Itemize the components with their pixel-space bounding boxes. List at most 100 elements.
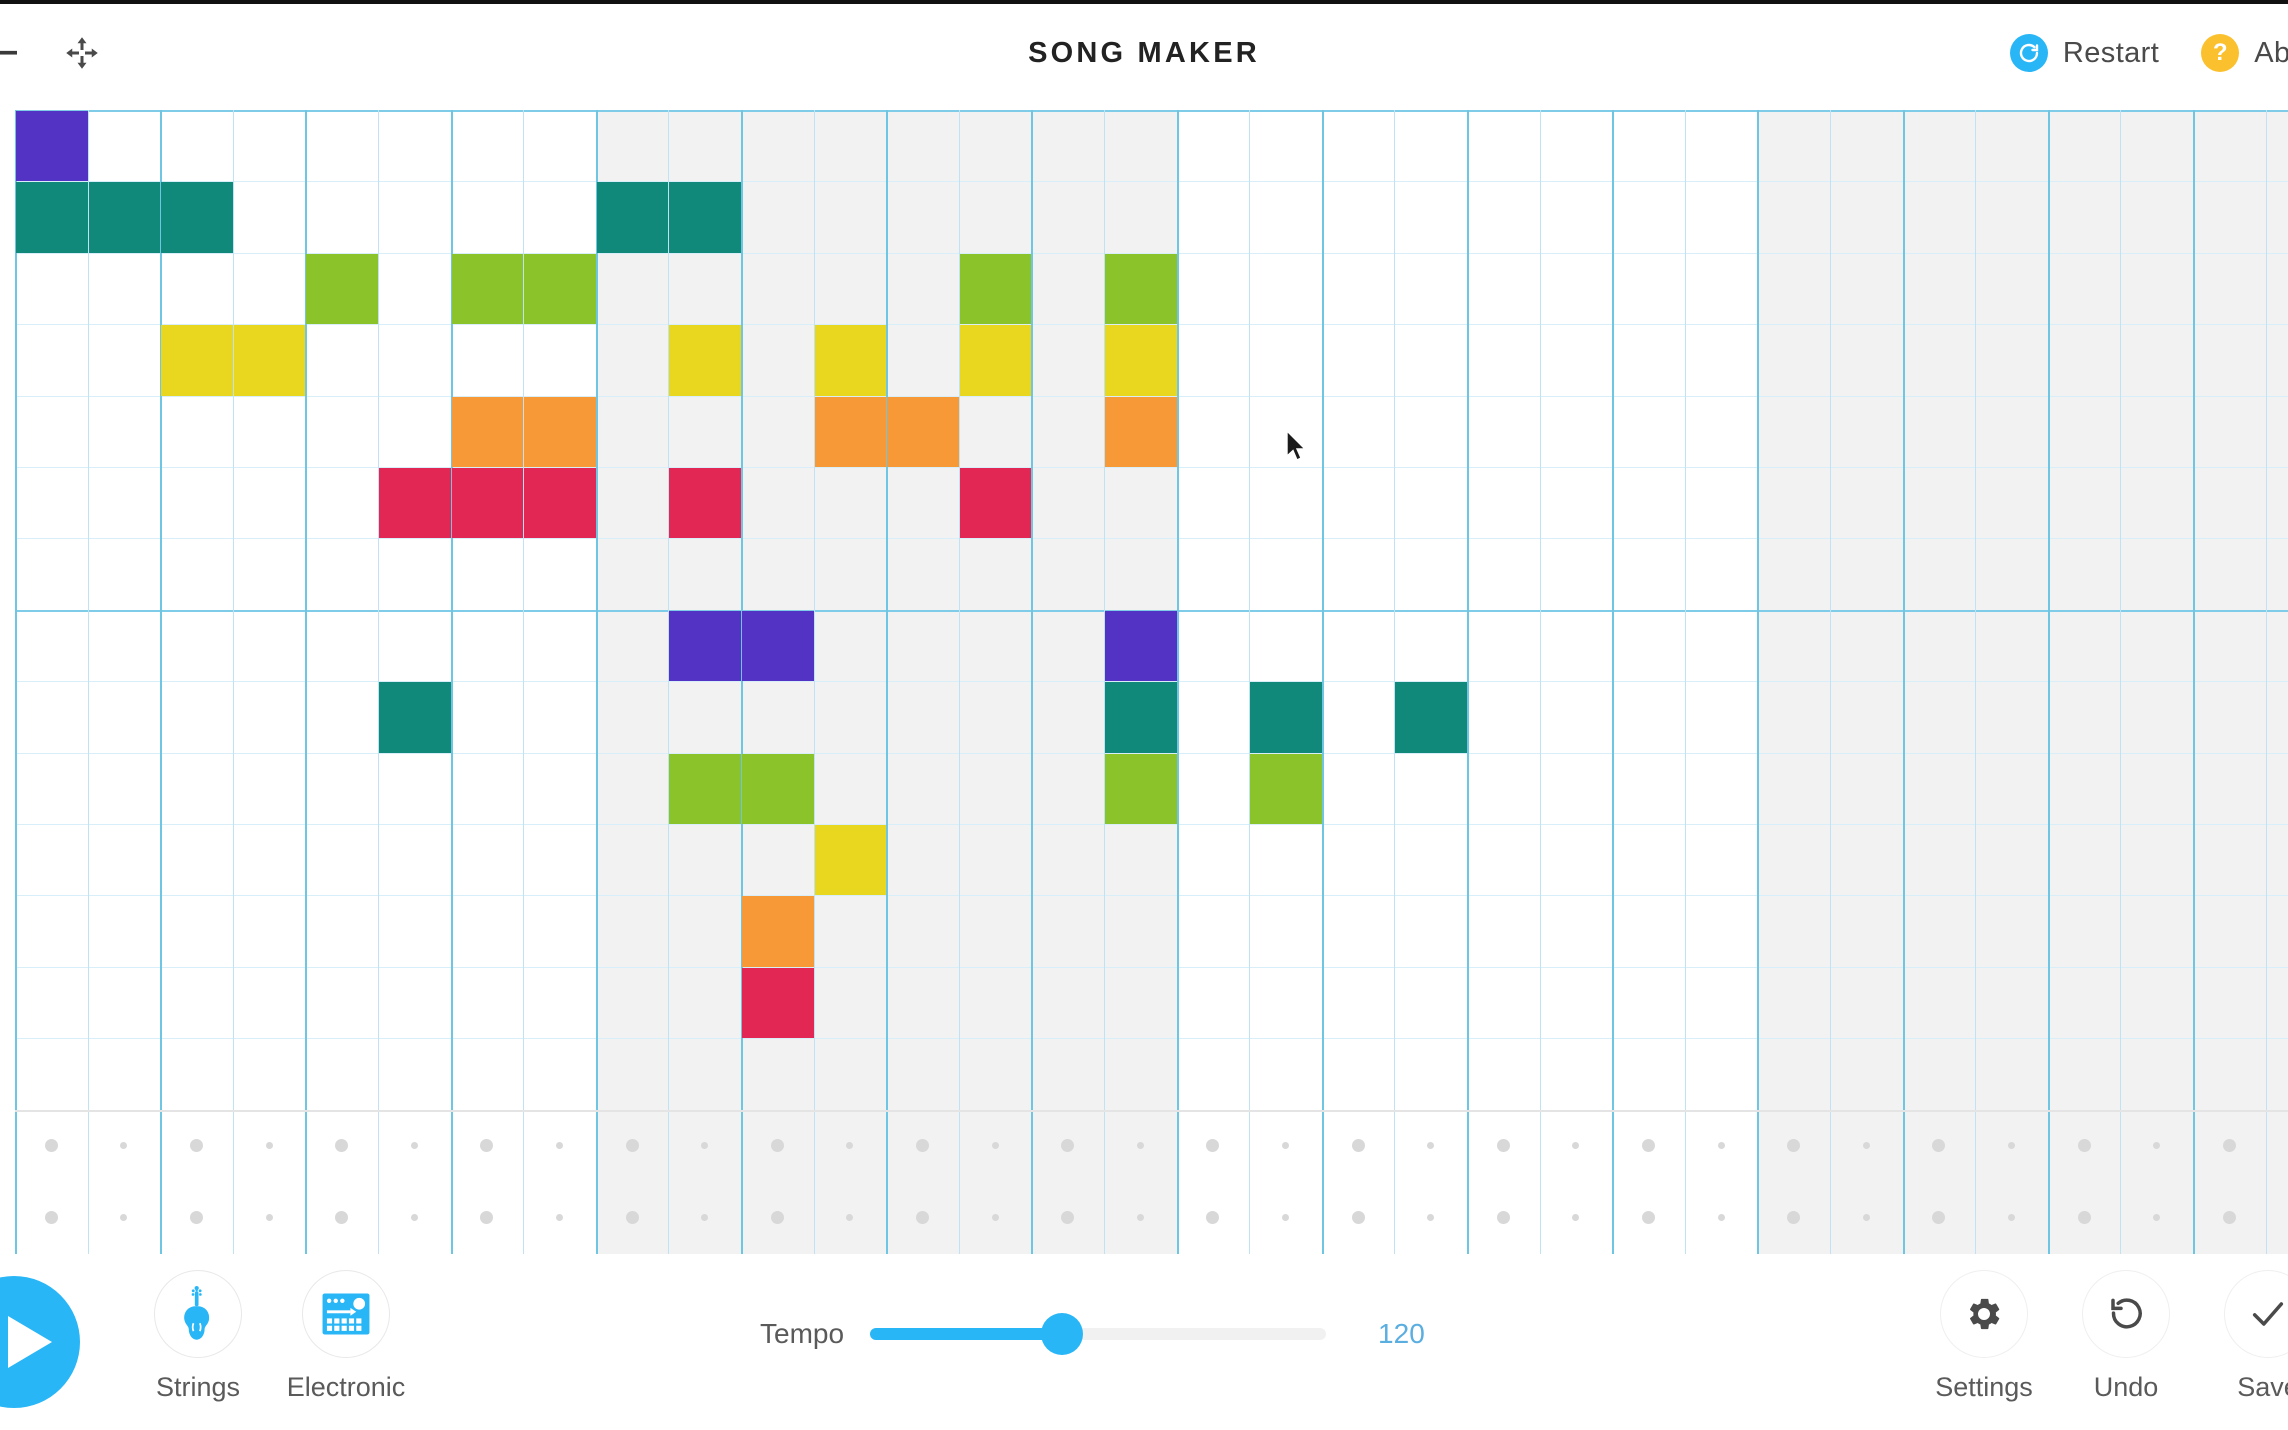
percussion-offbeat-dot[interactable]: [1717, 1142, 1725, 1150]
instrument-strings[interactable]: Strings: [148, 1270, 248, 1403]
percussion-beat-dot[interactable]: [1206, 1211, 1220, 1225]
note-cell[interactable]: [524, 396, 596, 467]
note-cell[interactable]: [1105, 753, 1177, 824]
percussion-offbeat-dot[interactable]: [1136, 1214, 1144, 1222]
percussion-offbeat-dot[interactable]: [1136, 1142, 1144, 1150]
note-cell[interactable]: [669, 182, 741, 253]
note-cell[interactable]: [1105, 396, 1177, 467]
note-cell[interactable]: [742, 610, 814, 682]
percussion-beat-dot[interactable]: [1642, 1139, 1655, 1153]
percussion-beat-dot[interactable]: [480, 1211, 494, 1225]
note-cell[interactable]: [379, 682, 451, 753]
tempo-slider-handle[interactable]: [1040, 1313, 1083, 1355]
percussion-offbeat-dot[interactable]: [410, 1214, 418, 1222]
percussion-beat-dot[interactable]: [335, 1211, 349, 1225]
percussion-offbeat-dot[interactable]: [265, 1214, 273, 1222]
percussion-beat-dot[interactable]: [190, 1211, 203, 1225]
percussion-offbeat-dot[interactable]: [1427, 1214, 1435, 1222]
note-cell[interactable]: [306, 253, 378, 325]
note-cell[interactable]: [16, 111, 88, 182]
percussion-beat-dot[interactable]: [916, 1211, 929, 1225]
percussion-beat-dot[interactable]: [916, 1139, 929, 1153]
restart-button[interactable]: Restart: [2009, 34, 2159, 72]
note-cell[interactable]: [451, 468, 524, 539]
percussion-offbeat-dot[interactable]: [120, 1214, 128, 1222]
note-cell[interactable]: [814, 325, 887, 396]
percussion-beat-dot[interactable]: [625, 1139, 639, 1153]
percussion-offbeat-dot[interactable]: [1572, 1142, 1580, 1150]
note-cell[interactable]: [669, 610, 741, 682]
percussion-offbeat-dot[interactable]: [120, 1142, 128, 1150]
percussion-offbeat-dot[interactable]: [991, 1142, 999, 1150]
note-cell[interactable]: [1105, 253, 1177, 325]
note-grid[interactable]: [0, 102, 2288, 1262]
percussion-beat-dot[interactable]: [1496, 1211, 1510, 1225]
percussion-beat-dot[interactable]: [2222, 1139, 2236, 1153]
percussion-offbeat-dot[interactable]: [1862, 1142, 1870, 1150]
note-cell[interactable]: [88, 182, 161, 253]
percussion-beat-dot[interactable]: [2077, 1211, 2091, 1225]
percussion-offbeat-dot[interactable]: [410, 1142, 418, 1150]
note-cell[interactable]: [1105, 682, 1177, 753]
percussion-beat-dot[interactable]: [480, 1139, 494, 1153]
percussion-beat-dot[interactable]: [1351, 1139, 1365, 1153]
percussion-beat-dot[interactable]: [1496, 1139, 1510, 1153]
percussion-beat-dot[interactable]: [1351, 1211, 1365, 1225]
instrument-electronic[interactable]: Electronic: [287, 1270, 405, 1403]
percussion-beat-dot[interactable]: [44, 1139, 58, 1153]
note-cell[interactable]: [161, 325, 233, 396]
percussion-offbeat-dot[interactable]: [1282, 1142, 1289, 1150]
note-cell[interactable]: [887, 396, 959, 467]
percussion-beat-dot[interactable]: [770, 1211, 784, 1225]
play-button[interactable]: [0, 1276, 80, 1408]
note-cell[interactable]: [959, 325, 1032, 396]
note-cell[interactable]: [1105, 325, 1177, 396]
note-cell[interactable]: [959, 468, 1032, 539]
percussion-beat-dot[interactable]: [1206, 1139, 1220, 1153]
note-cell[interactable]: [742, 753, 814, 824]
note-cell[interactable]: [161, 182, 233, 253]
note-cell[interactable]: [1250, 753, 1322, 824]
percussion-offbeat-dot[interactable]: [1717, 1214, 1725, 1222]
note-cell[interactable]: [1105, 610, 1177, 682]
note-cell[interactable]: [524, 253, 596, 325]
note-cell[interactable]: [233, 325, 306, 396]
percussion-beat-dot[interactable]: [625, 1211, 639, 1225]
note-cell[interactable]: [814, 825, 887, 896]
percussion-beat-dot[interactable]: [335, 1139, 349, 1153]
settings-button[interactable]: Settings: [1934, 1270, 2034, 1403]
note-cell[interactable]: [669, 753, 741, 824]
percussion-beat-dot[interactable]: [2222, 1211, 2236, 1225]
note-cell[interactable]: [669, 325, 741, 396]
note-cell[interactable]: [596, 182, 669, 253]
undo-button[interactable]: Undo: [2076, 1270, 2176, 1403]
percussion-offbeat-dot[interactable]: [991, 1214, 999, 1222]
percussion-beat-dot[interactable]: [44, 1211, 58, 1225]
note-cell[interactable]: [742, 896, 814, 967]
note-cell[interactable]: [1250, 682, 1322, 753]
percussion-offbeat-dot[interactable]: [1282, 1214, 1289, 1222]
tempo-control[interactable]: Tempo 120: [760, 1313, 1425, 1355]
percussion-offbeat-dot[interactable]: [265, 1142, 273, 1150]
percussion-beat-dot[interactable]: [190, 1139, 203, 1153]
note-cell[interactable]: [1395, 682, 1467, 753]
note-cell[interactable]: [814, 396, 887, 467]
percussion-beat-dot[interactable]: [2077, 1139, 2091, 1153]
percussion-offbeat-dot[interactable]: [1427, 1142, 1435, 1150]
note-cell[interactable]: [379, 468, 451, 539]
note-cell[interactable]: [742, 967, 814, 1039]
note-cell[interactable]: [524, 468, 596, 539]
tempo-slider[interactable]: [870, 1313, 1327, 1355]
note-cell[interactable]: [669, 468, 741, 539]
percussion-offbeat-dot[interactable]: [556, 1142, 563, 1150]
percussion-offbeat-dot[interactable]: [556, 1214, 563, 1222]
percussion-beat-dot[interactable]: [1642, 1211, 1655, 1225]
note-cell[interactable]: [959, 253, 1032, 325]
save-button[interactable]: Save: [2218, 1270, 2288, 1403]
percussion-offbeat-dot[interactable]: [1572, 1214, 1580, 1222]
note-cell[interactable]: [16, 182, 88, 253]
percussion-beat-dot[interactable]: [770, 1139, 784, 1153]
note-cell[interactable]: [451, 253, 524, 325]
percussion-offbeat-dot[interactable]: [1862, 1214, 1870, 1222]
note-grid-inner[interactable]: [15, 110, 2288, 1254]
